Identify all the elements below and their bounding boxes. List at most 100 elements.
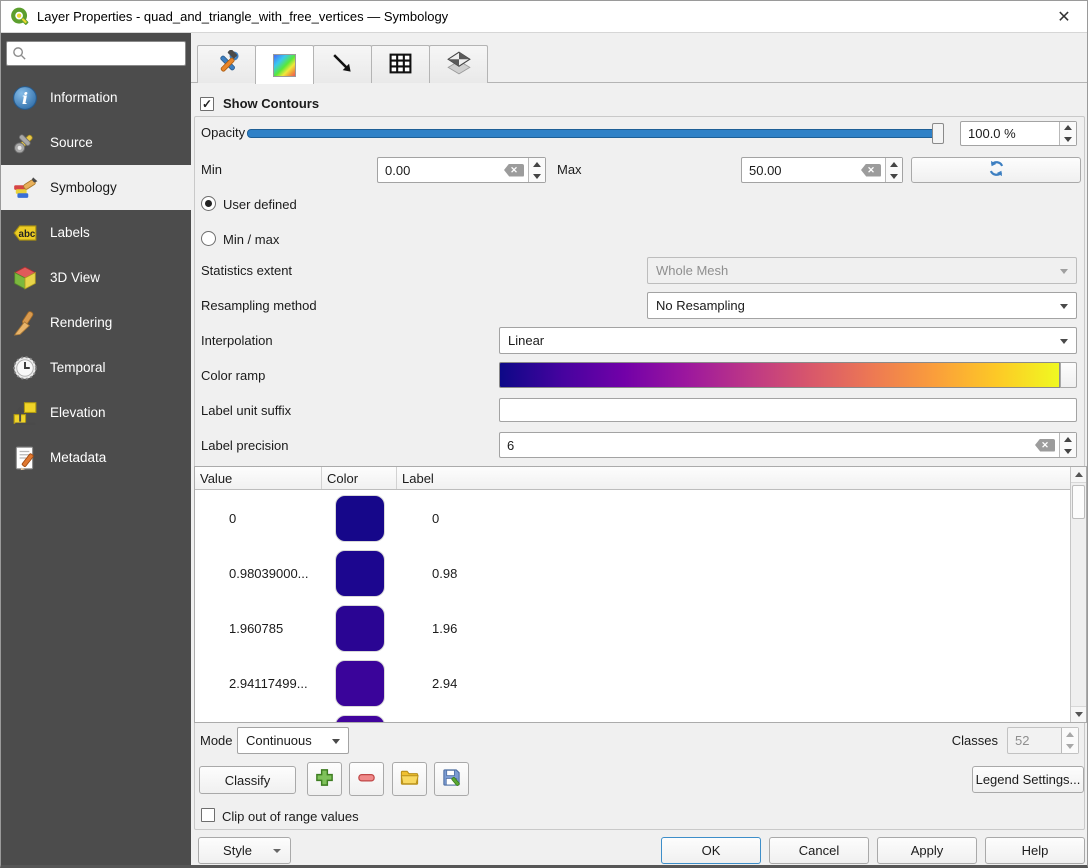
scrollbar-thumb[interactable] (1072, 485, 1085, 519)
cancel-button[interactable]: Cancel (769, 837, 869, 864)
interpolation-label: Interpolation (201, 333, 273, 348)
opacity-input[interactable] (961, 122, 1059, 145)
clear-precision-icon[interactable]: ✕ (1035, 439, 1055, 452)
help-button[interactable]: Help (985, 837, 1085, 864)
style-button-label: Style (223, 843, 252, 858)
resampling-method-select[interactable]: No Resampling (647, 292, 1077, 319)
sidebar-item-elevation[interactable]: Elevation (1, 390, 191, 435)
metadata-document-icon (10, 444, 40, 472)
max-input[interactable] (742, 158, 861, 182)
tab-vectors[interactable] (313, 45, 372, 83)
table-scrollbar[interactable] (1070, 467, 1086, 722)
color-swatch[interactable] (335, 605, 385, 652)
min-max-radio[interactable] (201, 231, 216, 246)
layers-diamond-icon (446, 50, 472, 79)
label-unit-suffix-field (499, 398, 1077, 422)
classify-button[interactable]: Classify (199, 766, 296, 794)
label-unit-suffix-input[interactable] (500, 399, 1076, 421)
reload-min-max-button[interactable] (911, 157, 1081, 183)
interpolation-select[interactable]: Linear (499, 327, 1077, 354)
sidebar-item-source[interactable]: Source (1, 120, 191, 165)
min-input[interactable] (378, 158, 504, 182)
triangle-up-icon (1075, 472, 1083, 477)
color-swatch[interactable] (335, 495, 385, 542)
label-unit-suffix-label: Label unit suffix (201, 403, 291, 418)
abc-label-icon: abc (10, 219, 40, 247)
column-header-value[interactable]: Value (195, 467, 322, 489)
sidebar-item-temporal[interactable]: Temporal (1, 345, 191, 390)
ok-button-label: OK (702, 843, 721, 858)
legend-settings-button[interactable]: Legend Settings... (972, 766, 1084, 793)
apply-button[interactable]: Apply (877, 837, 977, 864)
sidebar-item-information[interactable]: i Information (1, 75, 191, 120)
color-ramp-preview[interactable] (499, 362, 1060, 388)
min-max-label: Min / max (223, 232, 279, 247)
color-ramp-dropdown-button[interactable] (1060, 362, 1077, 388)
search-icon (12, 46, 27, 61)
row-value: 1.960785 (195, 621, 322, 636)
max-label: Max (557, 162, 582, 177)
clip-out-of-range-checkbox[interactable] (201, 808, 215, 822)
row-label: 2.94 (397, 676, 1070, 691)
user-defined-radio[interactable] (201, 196, 216, 211)
classes-label: Classes (878, 733, 998, 748)
ok-button[interactable]: OK (661, 837, 761, 864)
symbology-paintbrush-icon (10, 174, 40, 202)
min-spinbox: ✕ (377, 157, 546, 183)
color-swatch[interactable] (335, 715, 385, 722)
min-spin-buttons[interactable] (528, 158, 545, 182)
row-value: 0 (195, 511, 322, 526)
chevron-down-icon (1060, 339, 1068, 344)
clear-max-icon[interactable]: ✕ (861, 164, 881, 177)
table-row[interactable]: 0.98039000... 0.98 (195, 546, 1070, 601)
row-label: 0 (397, 511, 1070, 526)
load-color-map-button[interactable] (392, 762, 427, 796)
contours-settings-group: Opacity Min ✕ Max ✕ (194, 116, 1085, 830)
mode-select[interactable]: Continuous (237, 727, 349, 754)
save-color-map-button[interactable] (434, 762, 469, 796)
sidebar-item-labels[interactable]: abc Labels (1, 210, 191, 255)
search-input[interactable] (27, 46, 185, 61)
table-row[interactable]: 2.94117499... 2.94 (195, 656, 1070, 711)
opacity-spin-buttons[interactable] (1059, 122, 1076, 145)
precision-spin-buttons[interactable] (1059, 433, 1076, 457)
scroll-up-button[interactable] (1071, 467, 1086, 483)
layer-properties-dialog: Layer Properties - quad_and_triangle_wit… (0, 0, 1088, 868)
column-header-color[interactable]: Color (322, 467, 397, 489)
close-button[interactable]: ✕ (1041, 1, 1087, 32)
tab-rendering-grid[interactable] (371, 45, 430, 83)
table-row[interactable]: 1.960785 1.96 (195, 601, 1070, 656)
remove-class-button[interactable] (349, 762, 384, 796)
max-spin-buttons[interactable] (885, 158, 902, 182)
folder-icon (399, 767, 420, 791)
show-contours-checkbox[interactable]: ✓ (200, 97, 214, 111)
table-row[interactable]: 0 0 (195, 491, 1070, 546)
tab-stacked-mesh-averaging[interactable] (429, 45, 488, 83)
save-floppy-icon (441, 767, 462, 791)
svg-text:abc: abc (19, 228, 36, 239)
tab-general-settings[interactable] (197, 45, 256, 83)
clock-icon (10, 354, 40, 382)
opacity-label: Opacity (201, 125, 245, 140)
add-class-button[interactable] (307, 762, 342, 796)
column-header-label[interactable]: Label (397, 467, 1086, 489)
opacity-slider[interactable] (247, 129, 943, 138)
opacity-spinbox (960, 121, 1077, 146)
label-precision-label: Label precision (201, 438, 288, 453)
clear-min-icon[interactable]: ✕ (504, 164, 524, 177)
opacity-slider-handle[interactable] (932, 123, 944, 144)
tab-contours[interactable] (255, 45, 314, 84)
label-precision-input[interactable] (500, 433, 1035, 457)
chevron-down-icon (1060, 304, 1068, 309)
sidebar-item-symbology[interactable]: Symbology (1, 165, 191, 210)
sidebar-item-3d-view[interactable]: 3D View (1, 255, 191, 300)
scroll-down-button[interactable] (1071, 706, 1086, 722)
color-swatch[interactable] (335, 660, 385, 707)
color-swatch[interactable] (335, 550, 385, 597)
wrench-screwdriver-icon (10, 129, 40, 157)
sidebar-item-metadata[interactable]: Metadata (1, 435, 191, 480)
style-menu-button[interactable]: Style (198, 837, 291, 864)
table-row[interactable] (195, 711, 1070, 722)
color-ramp-label: Color ramp (201, 368, 265, 383)
sidebar-item-rendering[interactable]: Rendering (1, 300, 191, 345)
